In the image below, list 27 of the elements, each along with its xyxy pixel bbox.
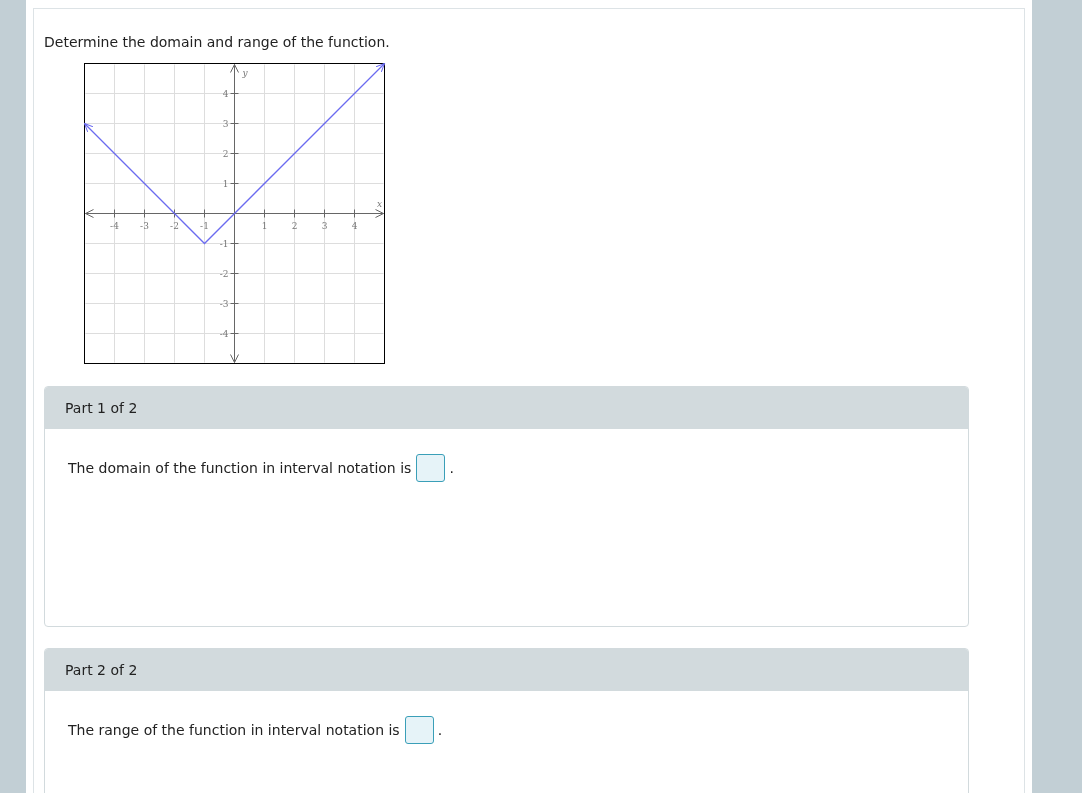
part-title: Part 1 of 2 xyxy=(45,387,968,429)
y-tick-label: -1 xyxy=(219,238,229,249)
x-tick-label: 2 xyxy=(291,220,298,231)
y-tick-label: 4 xyxy=(222,88,229,99)
answer-box[interactable] xyxy=(416,454,446,482)
part-title: Part 2 of 2 xyxy=(45,649,968,691)
x-tick-label: -2 xyxy=(170,220,179,231)
x-tick-label: -1 xyxy=(200,220,209,231)
prompt-text: The range of the function in interval notation is xyxy=(68,722,400,738)
y-tick-label: 1 xyxy=(222,178,229,189)
x-tick-label: -4 xyxy=(110,220,119,231)
y-tick-label: -3 xyxy=(219,298,229,309)
period-text: . xyxy=(449,460,454,476)
prompt-text: The domain of the function in interval notation is xyxy=(68,460,412,476)
y-tick-label: 2 xyxy=(222,148,229,159)
y-tick-label: -2 xyxy=(219,268,229,279)
question-text: Determine the domain and range of the function. xyxy=(44,34,391,50)
y-tick-label: 3 xyxy=(222,118,229,129)
x-tick-label: 4 xyxy=(351,220,358,231)
y-tick-label: -4 xyxy=(219,328,229,339)
period-text: . xyxy=(437,722,443,738)
answer-box[interactable] xyxy=(404,716,434,744)
x-tick-label: 3 xyxy=(321,220,328,231)
y-axis-label: y xyxy=(242,67,248,78)
x-tick-label: 1 xyxy=(261,220,268,231)
x-axis-label: x xyxy=(376,198,383,209)
x-tick-label: -3 xyxy=(140,220,149,231)
